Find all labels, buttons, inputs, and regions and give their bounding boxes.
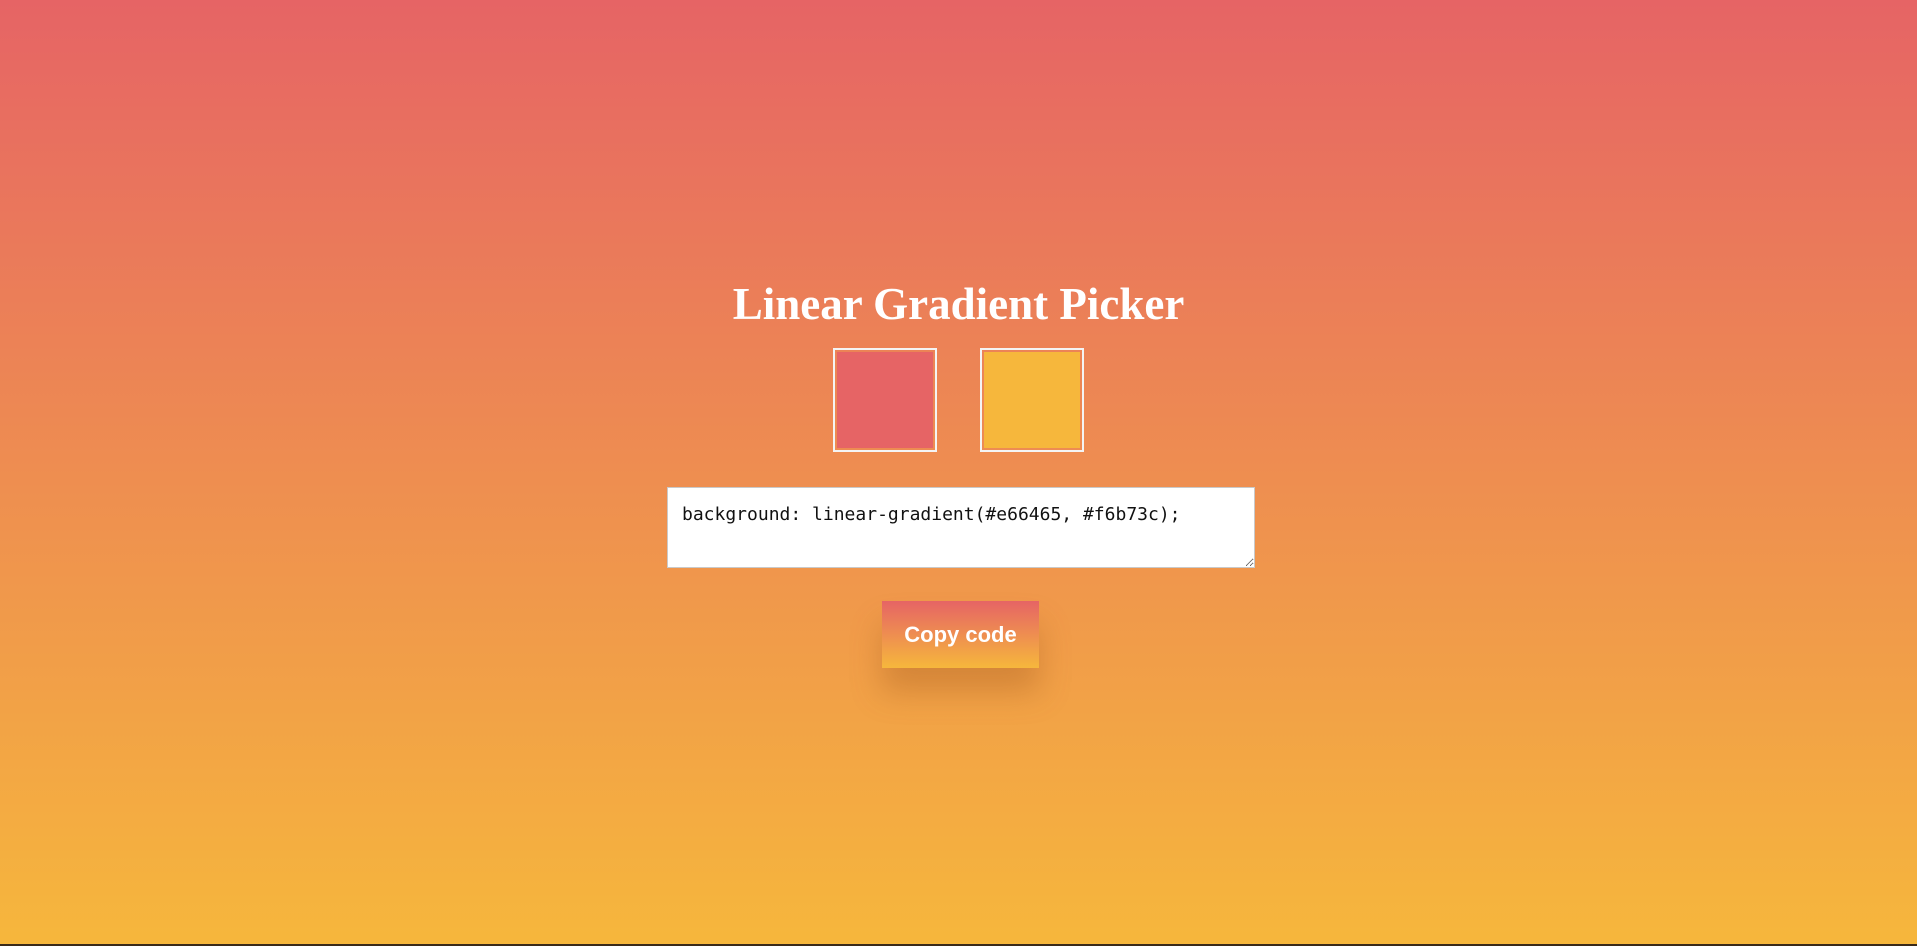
color-picker-1-fill xyxy=(837,352,933,448)
code-output-wrapper: background: linear-gradient(#e66465, #f6… xyxy=(667,487,1255,568)
color-picker-2[interactable] xyxy=(980,348,1084,452)
gradient-picker-app: Linear Gradient Picker background: linea… xyxy=(0,0,1917,944)
page-title: Linear Gradient Picker xyxy=(732,279,1185,329)
color-picker-2-fill xyxy=(984,352,1080,448)
color-picker-1[interactable] xyxy=(833,348,937,452)
css-code-textarea[interactable]: background: linear-gradient(#e66465, #f6… xyxy=(667,487,1255,568)
color-swatches xyxy=(0,348,1917,452)
copy-code-button[interactable]: Copy code xyxy=(882,601,1039,668)
